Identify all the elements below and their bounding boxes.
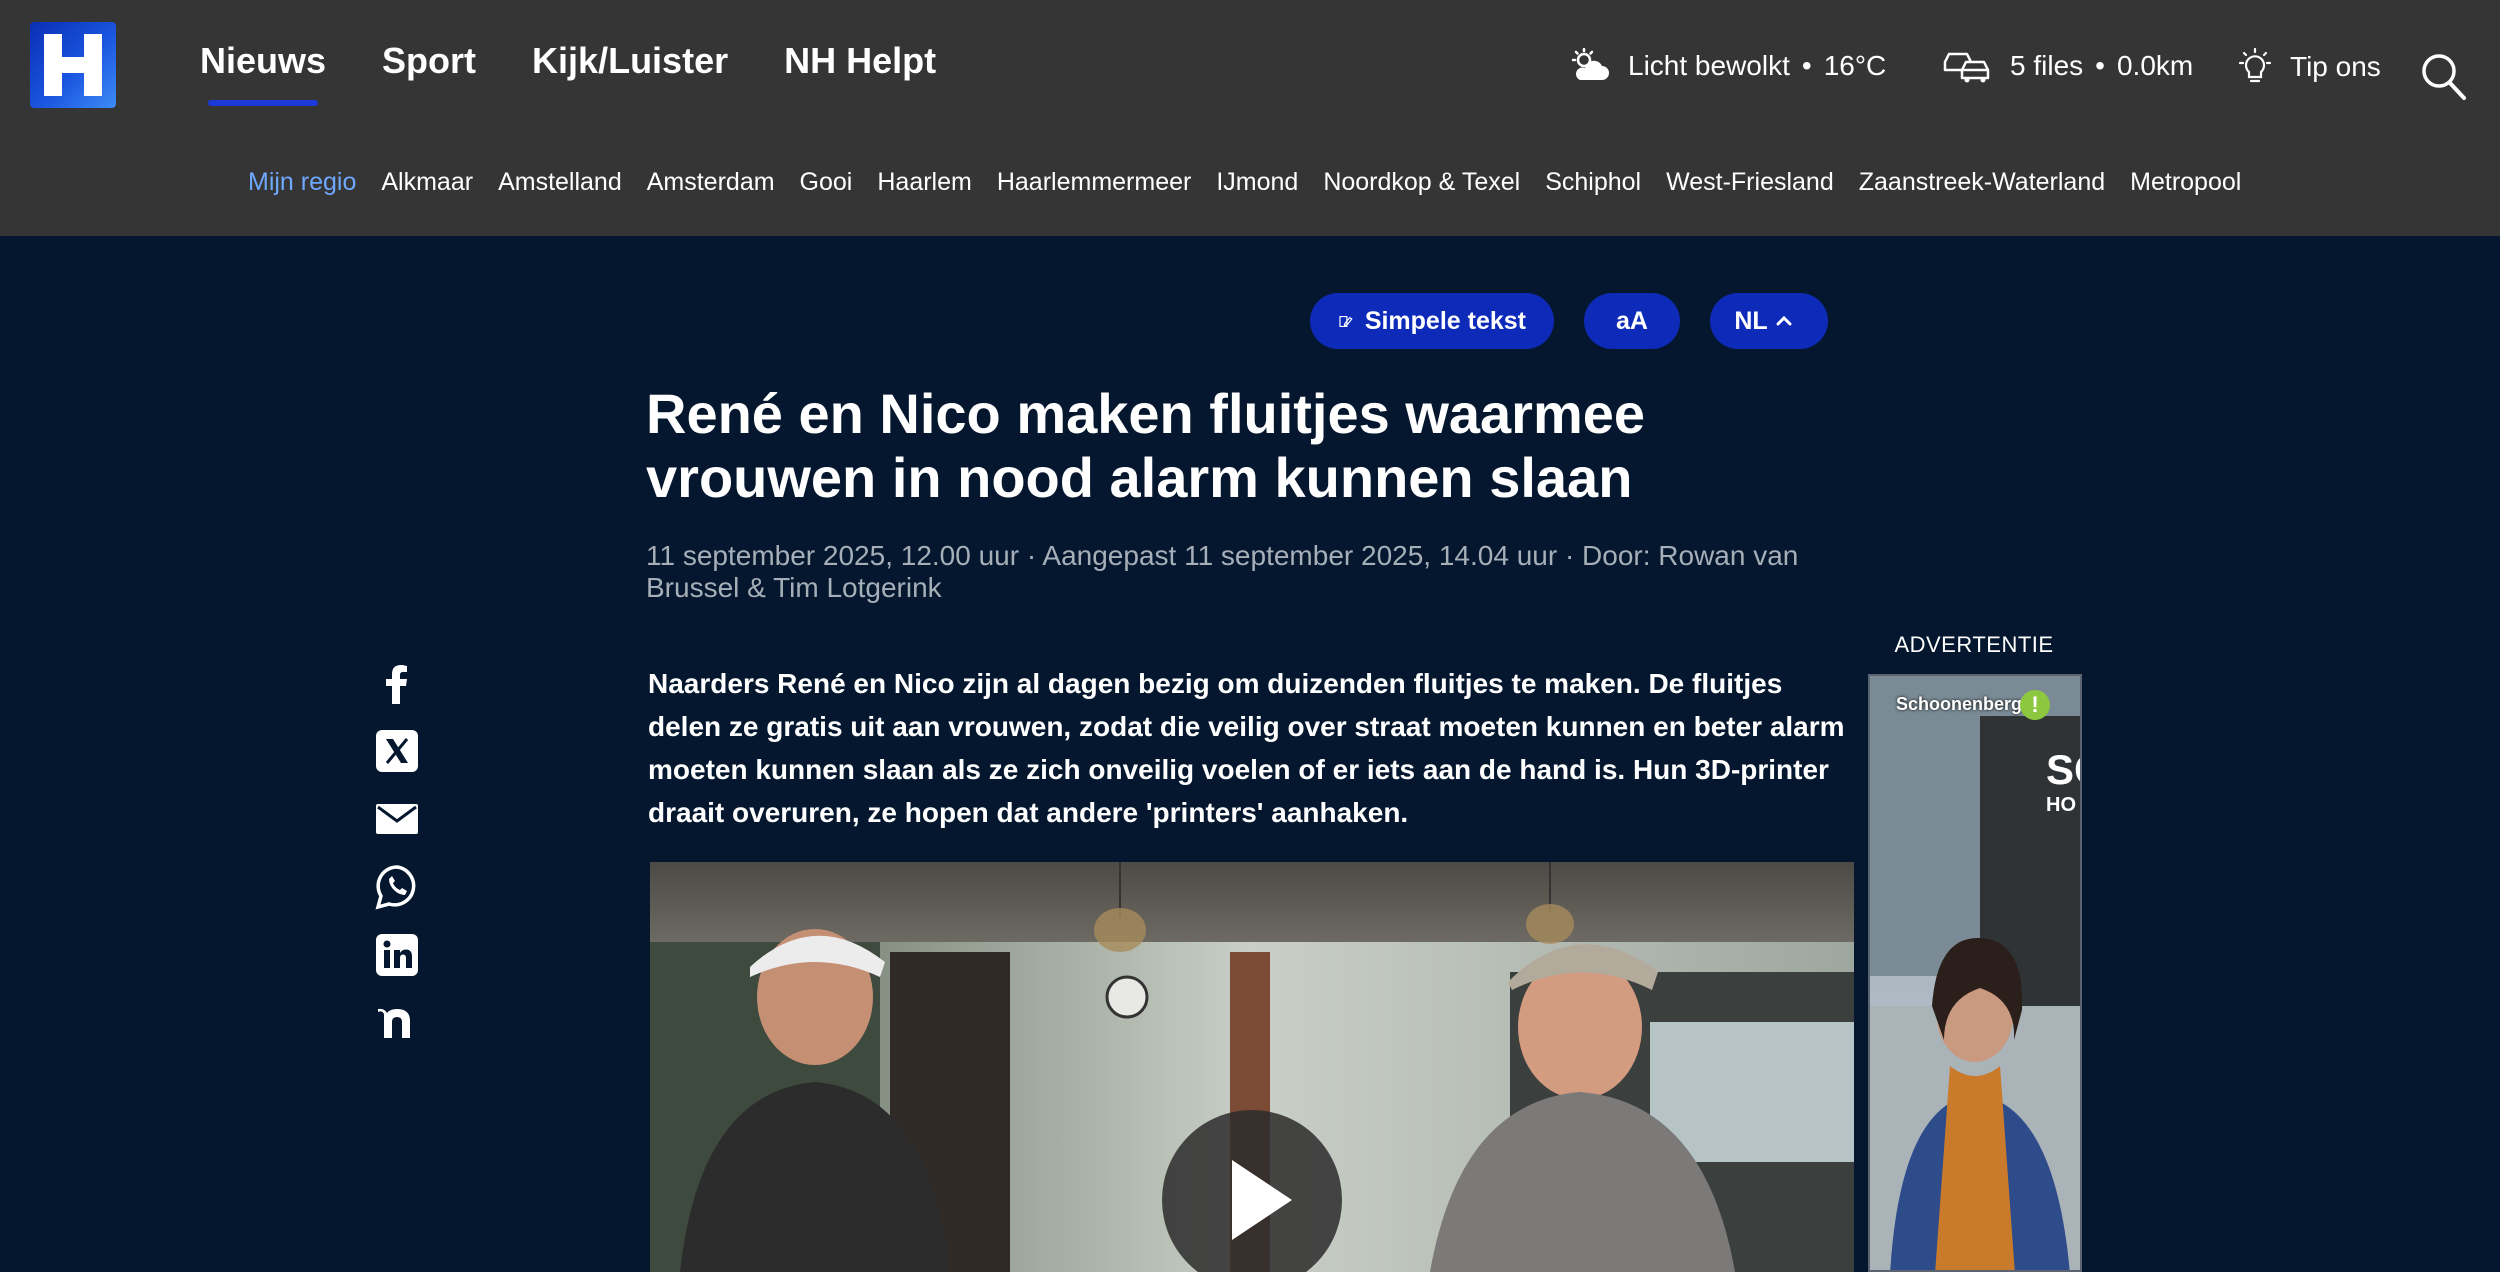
traffic-files: 5 files	[2010, 50, 2084, 81]
nu-icon[interactable]	[374, 1000, 420, 1046]
region-metropool[interactable]: Metropool	[2130, 168, 2241, 197]
region-schiphol[interactable]: Schiphol	[1545, 168, 1641, 197]
font-size-button[interactable]: aA	[1584, 293, 1680, 349]
simple-text-button[interactable]: Simpele tekst	[1310, 293, 1554, 349]
advert-sign-text-2: HO	[2046, 794, 2076, 816]
region-nav: Mijn regio Alkmaar Amstelland Amsterdam …	[248, 168, 2241, 197]
advert-brand-mark-icon: !	[2020, 690, 2050, 720]
cars-icon	[1943, 52, 1990, 83]
linkedin-icon[interactable]	[374, 932, 420, 978]
nav-nh-helpt[interactable]: NH Helpt	[784, 40, 936, 100]
advert-sign-text: SC	[2046, 746, 2080, 793]
article-title: René en Nico maken fluitjes waarmee vrou…	[646, 382, 1646, 509]
weather-widget[interactable]: Licht bewolkt • 16°C	[1570, 48, 1886, 84]
cloud-sun-icon	[1571, 48, 1609, 80]
mail-icon[interactable]	[374, 796, 420, 842]
region-haarlem[interactable]: Haarlem	[877, 168, 971, 197]
share-bar	[374, 660, 420, 1068]
lightbulb-icon	[2238, 48, 2272, 83]
region-mijn-regio[interactable]: Mijn regio	[248, 168, 356, 197]
language-label: NL	[1734, 306, 1768, 335]
logo-h-icon	[44, 34, 102, 96]
facebook-icon[interactable]	[374, 660, 420, 706]
advert-banner[interactable]: Schoonenberg ! SC HO	[1868, 674, 2082, 1272]
nav-kijk-luister[interactable]: Kijk/Luister	[532, 40, 728, 100]
region-ijmond[interactable]: IJmond	[1216, 168, 1298, 197]
region-amstelland[interactable]: Amstelland	[498, 168, 622, 197]
weather-temp: 16°C	[1823, 50, 1887, 81]
tip-ons-label: Tip ons	[2290, 51, 2381, 82]
region-noordkop-texel[interactable]: Noordkop & Texel	[1323, 168, 1520, 197]
nav-sport[interactable]: Sport	[382, 40, 476, 100]
region-alkmaar[interactable]: Alkmaar	[381, 168, 473, 197]
simple-text-icon	[1339, 315, 1353, 328]
region-west-friesland[interactable]: West-Friesland	[1666, 168, 1834, 197]
nav-nieuws[interactable]: Nieuws	[200, 40, 326, 106]
region-gooi[interactable]: Gooi	[800, 168, 853, 197]
region-amsterdam[interactable]: Amsterdam	[647, 168, 775, 197]
chevron-up-icon	[1776, 315, 1792, 326]
article-video[interactable]	[650, 862, 1854, 1272]
advert-brand: Schoonenberg	[1896, 694, 2023, 714]
region-haarlemmermeer[interactable]: Haarlemmermeer	[997, 168, 1191, 197]
x-icon[interactable]	[374, 728, 420, 774]
tip-ons-link[interactable]: Tip ons	[2236, 48, 2381, 86]
search-icon[interactable]	[2420, 52, 2468, 102]
nh-logo[interactable]	[30, 22, 116, 108]
article-toolbar: Simpele tekst aA NL	[1310, 293, 1828, 349]
whatsapp-icon[interactable]	[374, 864, 420, 910]
article-meta: 11 september 2025, 12.00 uur · Aangepast…	[646, 540, 1799, 603]
site-header: Nieuws Sport Kijk/Luister NH Helpt Licht…	[0, 0, 2500, 236]
region-zaanstreek-waterland[interactable]: Zaanstreek-Waterland	[1859, 168, 2105, 197]
main-nav: Nieuws Sport Kijk/Luister NH Helpt	[200, 40, 936, 106]
advert-label: ADVERTENTIE	[1894, 632, 2054, 657]
language-button[interactable]: NL	[1710, 293, 1828, 349]
article-lead: Naarders René en Nico zijn al dagen bezi…	[648, 668, 1845, 828]
video-thumbnail	[650, 862, 1854, 1272]
traffic-widget[interactable]: 5 files • 0.0km	[1942, 48, 2193, 84]
traffic-km: 0.0km	[2116, 50, 2194, 81]
weather-text: Licht bewolkt	[1628, 50, 1790, 81]
simple-text-label: Simpele tekst	[1364, 306, 1526, 335]
